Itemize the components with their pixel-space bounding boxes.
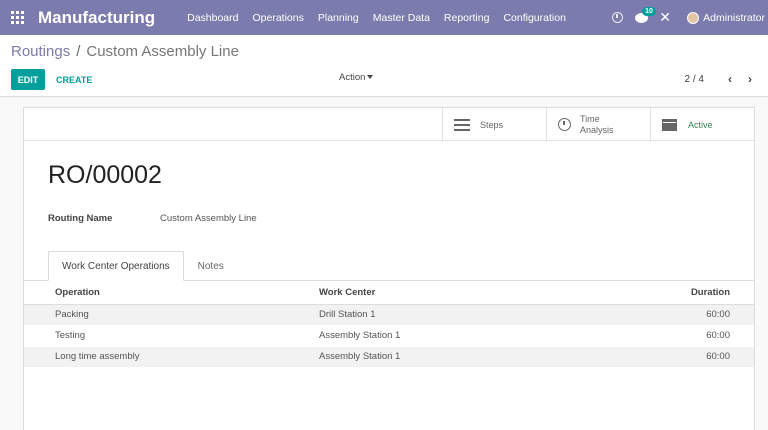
routing-name-label: Routing Name	[48, 213, 113, 224]
breadcrumb-separator: /	[76, 43, 81, 60]
operations-table: Operation Work Center Duration Packing D…	[24, 281, 754, 368]
activity-button[interactable]	[605, 0, 629, 35]
time-analysis-line1: Time	[580, 113, 600, 124]
list-icon	[454, 118, 470, 131]
close-icon: ✕	[659, 9, 671, 25]
pager-previous-button[interactable]: ‹	[724, 72, 736, 86]
steps-label: Steps	[480, 119, 504, 130]
menu-item-master-data[interactable]: Master Data	[366, 12, 437, 24]
action-dropdown[interactable]: Action	[339, 72, 374, 83]
cell-duration: 60:00	[599, 325, 754, 347]
record-title: RO/00002	[48, 161, 162, 189]
avatar	[687, 11, 700, 24]
column-header-duration[interactable]: Duration	[599, 281, 754, 305]
top-navbar: Manufacturing Dashboard Operations Plann…	[0, 0, 768, 35]
notebook-tabs: Work Center Operations Notes	[48, 251, 238, 281]
column-header-operation[interactable]: Operation	[24, 281, 319, 305]
cell-work-center: Assembly Station 1	[319, 325, 599, 347]
cell-operation: Long time assembly	[24, 346, 319, 368]
active-label: Active	[688, 119, 713, 130]
table-row[interactable]: Long time assembly Assembly Station 1 60…	[24, 346, 754, 368]
debug-button[interactable]: ✕	[653, 0, 677, 35]
clock-icon	[558, 118, 571, 131]
menu-item-reporting[interactable]: Reporting	[437, 12, 497, 24]
clock-icon	[611, 12, 623, 23]
cell-duration: 60:00	[599, 304, 754, 326]
tab-work-center-operations[interactable]: Work Center Operations	[48, 251, 184, 281]
caret-down-icon	[367, 75, 374, 80]
cell-duration: 60:00	[599, 346, 754, 368]
menu-item-dashboard[interactable]: Dashboard	[180, 12, 245, 24]
cell-operation: Packing	[24, 304, 319, 326]
edit-button[interactable]: EDIT	[11, 69, 45, 90]
user-menu[interactable]: Administrator	[687, 11, 765, 24]
control-panel: Routings / Custom Assembly Line EDIT CREAT…	[0, 35, 768, 97]
table-row[interactable]: Packing Drill Station 1 60:00	[24, 304, 754, 326]
cell-operation: Testing	[24, 325, 319, 347]
apps-grid-icon[interactable]	[0, 0, 35, 35]
cell-work-center: Drill Station 1	[319, 304, 599, 326]
action-label: Action	[339, 72, 366, 83]
form-sheet: Steps Time Analysis Active RO/00002 Rout…	[23, 107, 755, 430]
user-name: Administrator	[703, 11, 765, 24]
pager-next-button[interactable]: ›	[744, 72, 756, 86]
pager: 2 / 4 ‹ ›	[685, 72, 756, 86]
routing-name-value: Custom Assembly Line	[160, 213, 257, 224]
active-toggle-button[interactable]: Active	[650, 108, 754, 141]
cell-work-center: Assembly Station 1	[319, 346, 599, 368]
time-analysis-button[interactable]: Time Analysis	[546, 108, 650, 141]
time-analysis-line2: Analysis	[580, 124, 614, 135]
archive-icon	[662, 118, 677, 131]
create-button[interactable]: CREATE	[56, 69, 92, 90]
smart-button-box: Steps Time Analysis Active	[24, 108, 754, 141]
app-name[interactable]: Manufacturing	[38, 8, 155, 28]
column-header-work-center[interactable]: Work Center	[319, 281, 599, 305]
breadcrumb: Routings / Custom Assembly Line	[11, 43, 239, 60]
menu-item-operations[interactable]: Operations	[245, 12, 310, 24]
pager-value[interactable]: 2 / 4	[685, 74, 704, 85]
breadcrumb-routings[interactable]: Routings	[11, 43, 70, 60]
navbar-systray: 10 ✕ Administrator	[605, 0, 768, 35]
messaging-button[interactable]: 10	[629, 0, 656, 35]
table-header-row: Operation Work Center Duration	[24, 281, 754, 305]
table-row[interactable]: Testing Assembly Station 1 60:00	[24, 325, 754, 347]
breadcrumb-current: Custom Assembly Line	[86, 43, 239, 60]
menu-item-planning[interactable]: Planning	[311, 12, 366, 24]
main-menu: Dashboard Operations Planning Master Dat…	[180, 12, 573, 24]
steps-button[interactable]: Steps	[442, 108, 546, 141]
menu-item-configuration[interactable]: Configuration	[496, 12, 572, 24]
tab-notes[interactable]: Notes	[184, 251, 238, 281]
time-analysis-label: Time Analysis	[580, 114, 614, 136]
